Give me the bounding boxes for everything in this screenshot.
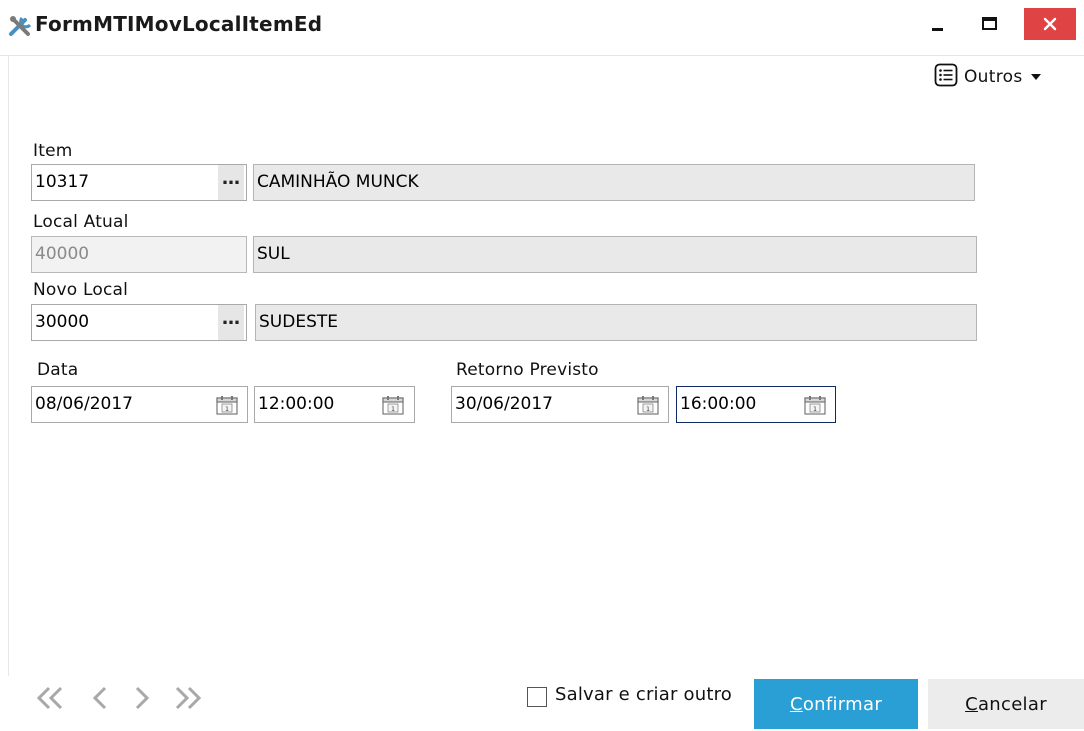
last-record-button[interactable] xyxy=(168,678,208,718)
svg-text:1: 1 xyxy=(391,406,395,413)
calendar-icon: 1 xyxy=(637,395,659,415)
svg-text:1: 1 xyxy=(646,406,650,413)
salvar-criar-outro-label: Salvar e criar outro xyxy=(555,684,733,705)
cancel-button-label: Cancelar xyxy=(965,693,1047,715)
chevron-left-icon xyxy=(92,686,107,710)
novo-local-code-input[interactable]: 30000 xyxy=(31,304,247,341)
data-label: Data xyxy=(37,360,79,380)
retorno-time-picker-button[interactable]: 1 xyxy=(800,387,830,422)
local-atual-description-field: SUL xyxy=(253,236,977,273)
novo-local-label: Novo Local xyxy=(33,280,129,300)
chevron-right-icon xyxy=(135,686,150,710)
maximize-button[interactable] xyxy=(968,8,1012,40)
form-window: FormMTIMovLocalItemEd Outros Item 10317 … xyxy=(0,0,1084,731)
minimize-icon xyxy=(932,28,943,31)
maximize-icon xyxy=(982,17,997,30)
left-border xyxy=(8,56,9,676)
item-lookup-button[interactable]: … xyxy=(218,165,244,200)
double-chevron-right-icon xyxy=(175,686,202,710)
retorno-previsto-label: Retorno Previsto xyxy=(456,360,599,380)
novo-local-lookup-button[interactable]: … xyxy=(218,305,244,340)
close-button[interactable] xyxy=(1024,8,1076,40)
tools-icon xyxy=(8,14,34,40)
minimize-button[interactable] xyxy=(916,8,960,40)
item-label: Item xyxy=(33,141,73,161)
novo-local-description-field: SUDESTE xyxy=(255,304,977,341)
svg-text:1: 1 xyxy=(813,406,817,413)
item-description-field: CAMINHÃO MUNCK xyxy=(253,164,975,201)
double-chevron-left-icon xyxy=(36,686,63,710)
calendar-icon: 1 xyxy=(216,395,238,415)
list-icon xyxy=(934,63,958,92)
title-bar: FormMTIMovLocalItemEd xyxy=(0,0,1084,56)
confirm-button[interactable]: Confirmar xyxy=(754,679,918,729)
caret-down-icon xyxy=(1029,67,1043,87)
confirm-button-label: Confirmar xyxy=(789,693,883,715)
local-atual-code-field: 40000 xyxy=(31,236,247,273)
previous-record-button[interactable] xyxy=(82,678,118,718)
first-record-button[interactable] xyxy=(30,678,70,718)
calendar-icon: 1 xyxy=(382,395,404,415)
data-date-calendar-button[interactable]: 1 xyxy=(212,387,242,422)
local-atual-label: Local Atual xyxy=(33,212,129,232)
data-time-picker-button[interactable]: 1 xyxy=(378,387,408,422)
salvar-criar-outro-checkbox[interactable] xyxy=(527,687,547,707)
svg-text:1: 1 xyxy=(225,406,229,413)
cancel-button[interactable]: Cancelar xyxy=(928,679,1084,729)
retorno-date-calendar-button[interactable]: 1 xyxy=(633,387,663,422)
title-divider xyxy=(0,55,1084,56)
close-icon xyxy=(1043,17,1057,31)
outros-label: Outros xyxy=(964,67,1023,87)
window-title: FormMTIMovLocalItemEd xyxy=(35,12,323,36)
outros-menu-button[interactable]: Outros xyxy=(934,62,1043,92)
next-record-button[interactable] xyxy=(124,678,160,718)
calendar-icon: 1 xyxy=(804,395,826,415)
item-code-input[interactable]: 10317 xyxy=(31,164,247,201)
